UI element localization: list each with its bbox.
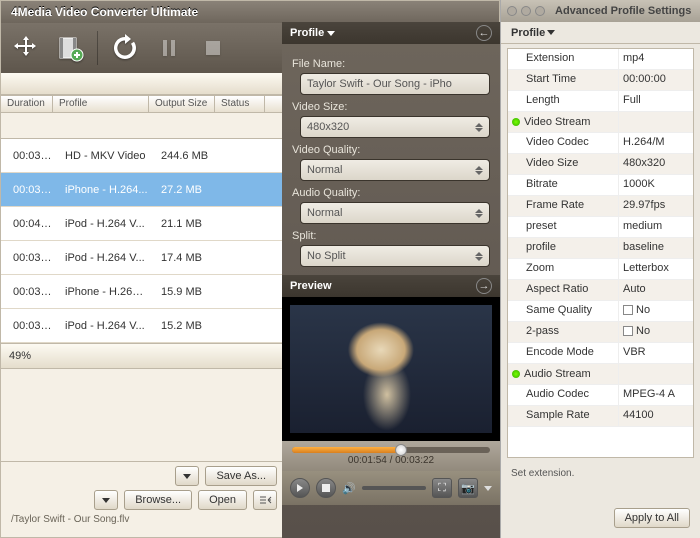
window-min-icon[interactable]: [521, 6, 531, 16]
adv-footer-hint: Set extension.: [501, 462, 700, 485]
back-icon[interactable]: ←: [476, 25, 492, 41]
zoom-value: 49%: [9, 350, 31, 362]
play-button[interactable]: [290, 478, 310, 498]
adv-property-row[interactable]: Audio CodecMPEG-4 A: [508, 385, 693, 406]
adv-titlebar: Advanced Profile Settings: [501, 0, 700, 22]
adv-property-row[interactable]: Video CodecH.264/M: [508, 133, 693, 154]
split-select[interactable]: No Split: [300, 245, 490, 267]
adv-section-header: Audio Stream: [508, 364, 693, 385]
fullscreen-button[interactable]: ⛶: [432, 478, 452, 498]
adv-property-row[interactable]: Sample Rate44100: [508, 406, 693, 427]
adv-property-row[interactable]: Bitrate1000K: [508, 175, 693, 196]
filename-label: File Name:: [292, 58, 490, 70]
pause-button[interactable]: [152, 31, 186, 65]
export-button[interactable]: [253, 490, 277, 510]
adv-property-list: Extensionmp4Start Time00:00:00LengthFull…: [507, 48, 694, 458]
adv-property-row[interactable]: Encode ModeVBR: [508, 343, 693, 364]
browse-button[interactable]: Browse...: [124, 490, 192, 510]
videosize-select[interactable]: 480x320: [300, 116, 490, 138]
adv-section-header: Video Stream: [508, 112, 693, 133]
col-output-size[interactable]: Output Size: [149, 96, 215, 112]
profile-dropdown-button[interactable]: [175, 466, 199, 486]
adv-profile-dropdown[interactable]: Profile: [501, 22, 700, 44]
forward-icon[interactable]: →: [476, 278, 492, 294]
convert-button[interactable]: [108, 31, 142, 65]
add-clip-button[interactable]: [53, 31, 87, 65]
time-display: 00:01:54 / 00:03:22: [292, 455, 490, 466]
apply-to-all-button[interactable]: Apply to All: [614, 508, 690, 528]
adv-property-row[interactable]: LengthFull: [508, 91, 693, 112]
snapshot-menu-icon[interactable]: [484, 486, 492, 491]
col-profile[interactable]: Profile: [53, 96, 149, 112]
app-title: 4Media Video Converter Ultimate: [11, 5, 198, 19]
adv-title: Advanced Profile Settings: [555, 5, 691, 17]
adv-property-row[interactable]: Same QualityNo: [508, 301, 693, 322]
videosize-label: Video Size:: [292, 101, 490, 113]
adv-property-row[interactable]: Start Time00:00:00: [508, 70, 693, 91]
titlebar: 4Media Video Converter Ultimate: [1, 1, 499, 23]
preview-header: Preview: [290, 280, 332, 292]
preview-video[interactable]: [282, 297, 500, 441]
audioquality-label: Audio Quality:: [292, 187, 490, 199]
adv-property-row[interactable]: Extensionmp4: [508, 49, 693, 70]
videoquality-select[interactable]: Normal: [300, 159, 490, 181]
window-close-icon[interactable]: [507, 6, 517, 16]
adv-property-row[interactable]: ZoomLetterbox: [508, 259, 693, 280]
col-status[interactable]: Status: [215, 96, 265, 112]
adv-property-row[interactable]: Frame Rate29.97fps: [508, 196, 693, 217]
videoquality-label: Video Quality:: [292, 144, 490, 156]
volume-slider[interactable]: [362, 486, 426, 490]
path-dropdown-button[interactable]: [94, 490, 118, 510]
file-path: /Taylor Swift - Our Song.flv: [7, 514, 277, 525]
open-button[interactable]: Open: [198, 490, 247, 510]
adv-property-row[interactable]: Video Size480x320: [508, 154, 693, 175]
adv-property-row[interactable]: profilebaseline: [508, 238, 693, 259]
col-duration[interactable]: Duration: [1, 96, 53, 112]
adv-property-row[interactable]: 2-passNo: [508, 322, 693, 343]
save-as-button[interactable]: Save As...: [205, 466, 277, 486]
add-file-button[interactable]: [9, 31, 43, 65]
adv-property-row[interactable]: presetmedium: [508, 217, 693, 238]
filename-input[interactable]: Taylor Swift - Our Song - iPho: [300, 73, 490, 95]
adv-property-row[interactable]: Aspect RatioAuto: [508, 280, 693, 301]
snapshot-button[interactable]: 📷: [458, 478, 478, 498]
audioquality-select[interactable]: Normal: [300, 202, 490, 224]
volume-icon[interactable]: 🔊: [342, 482, 356, 495]
stop-preview-button[interactable]: [316, 478, 336, 498]
split-label: Split:: [292, 230, 490, 242]
stop-button[interactable]: [196, 31, 230, 65]
profile-header[interactable]: Profile: [290, 27, 335, 39]
window-zoom-icon[interactable]: [535, 6, 545, 16]
seek-bar[interactable]: [292, 447, 490, 453]
